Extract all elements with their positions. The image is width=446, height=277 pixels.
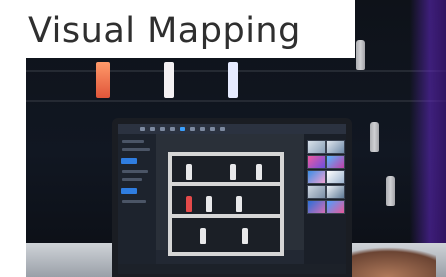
laptop: [112, 118, 352, 277]
glow-bottle: [96, 62, 110, 98]
media-thumbnail[interactable]: [307, 170, 326, 184]
media-thumbnail[interactable]: [307, 185, 326, 199]
bg-bottle: [356, 40, 365, 70]
panel-row: [122, 178, 142, 181]
mapping-canvas[interactable]: [156, 134, 304, 256]
laptop-screen: [118, 124, 346, 274]
tool-icon[interactable]: [170, 127, 175, 131]
title-box: Visual Mapping: [0, 0, 355, 58]
panel-row: [122, 200, 146, 203]
bottle: [256, 164, 262, 180]
shelf: [172, 214, 280, 218]
tool-icon[interactable]: [200, 127, 205, 131]
panel-row: [122, 140, 144, 143]
tool-icon[interactable]: [190, 127, 195, 131]
glow-bottle: [228, 62, 238, 98]
bg-bottle: [370, 122, 379, 152]
media-thumbnail[interactable]: [307, 155, 326, 169]
bottle-highlighted: [186, 196, 192, 212]
panel-button[interactable]: [121, 188, 137, 194]
bg-shelf: [26, 100, 446, 102]
bottle: [206, 196, 212, 212]
slide: Visual Mapping: [0, 0, 446, 277]
app-toolbar: [118, 124, 346, 134]
shelf-outline: [168, 152, 284, 256]
page-title: Visual Mapping: [28, 11, 301, 51]
tool-icon[interactable]: [140, 127, 145, 131]
panel-row: [122, 170, 148, 173]
media-thumbnail[interactable]: [326, 185, 345, 199]
bottle: [186, 164, 192, 180]
tool-icon[interactable]: [220, 127, 225, 131]
media-thumbnail[interactable]: [326, 155, 345, 169]
media-thumbnail[interactable]: [326, 200, 345, 214]
panel-button[interactable]: [121, 158, 137, 164]
bottle: [242, 228, 248, 244]
bg-bottle: [386, 176, 395, 206]
bottle: [200, 228, 206, 244]
tool-icon[interactable]: [210, 127, 215, 131]
shelf: [172, 182, 280, 186]
tool-icon[interactable]: [160, 127, 165, 131]
media-panel: [304, 134, 346, 274]
glow-bottle: [164, 62, 174, 98]
bottle: [230, 164, 236, 180]
tool-icon[interactable]: [150, 127, 155, 131]
purple-light: [410, 0, 446, 277]
panel-row: [122, 148, 150, 151]
left-panel: [118, 134, 156, 274]
media-thumbnail[interactable]: [307, 140, 326, 154]
tool-icon-active[interactable]: [180, 127, 185, 131]
media-thumbnail[interactable]: [307, 200, 326, 214]
media-thumbnail[interactable]: [326, 140, 345, 154]
status-bar: [118, 264, 346, 274]
bottle: [236, 196, 242, 212]
media-thumbnail[interactable]: [326, 170, 345, 184]
